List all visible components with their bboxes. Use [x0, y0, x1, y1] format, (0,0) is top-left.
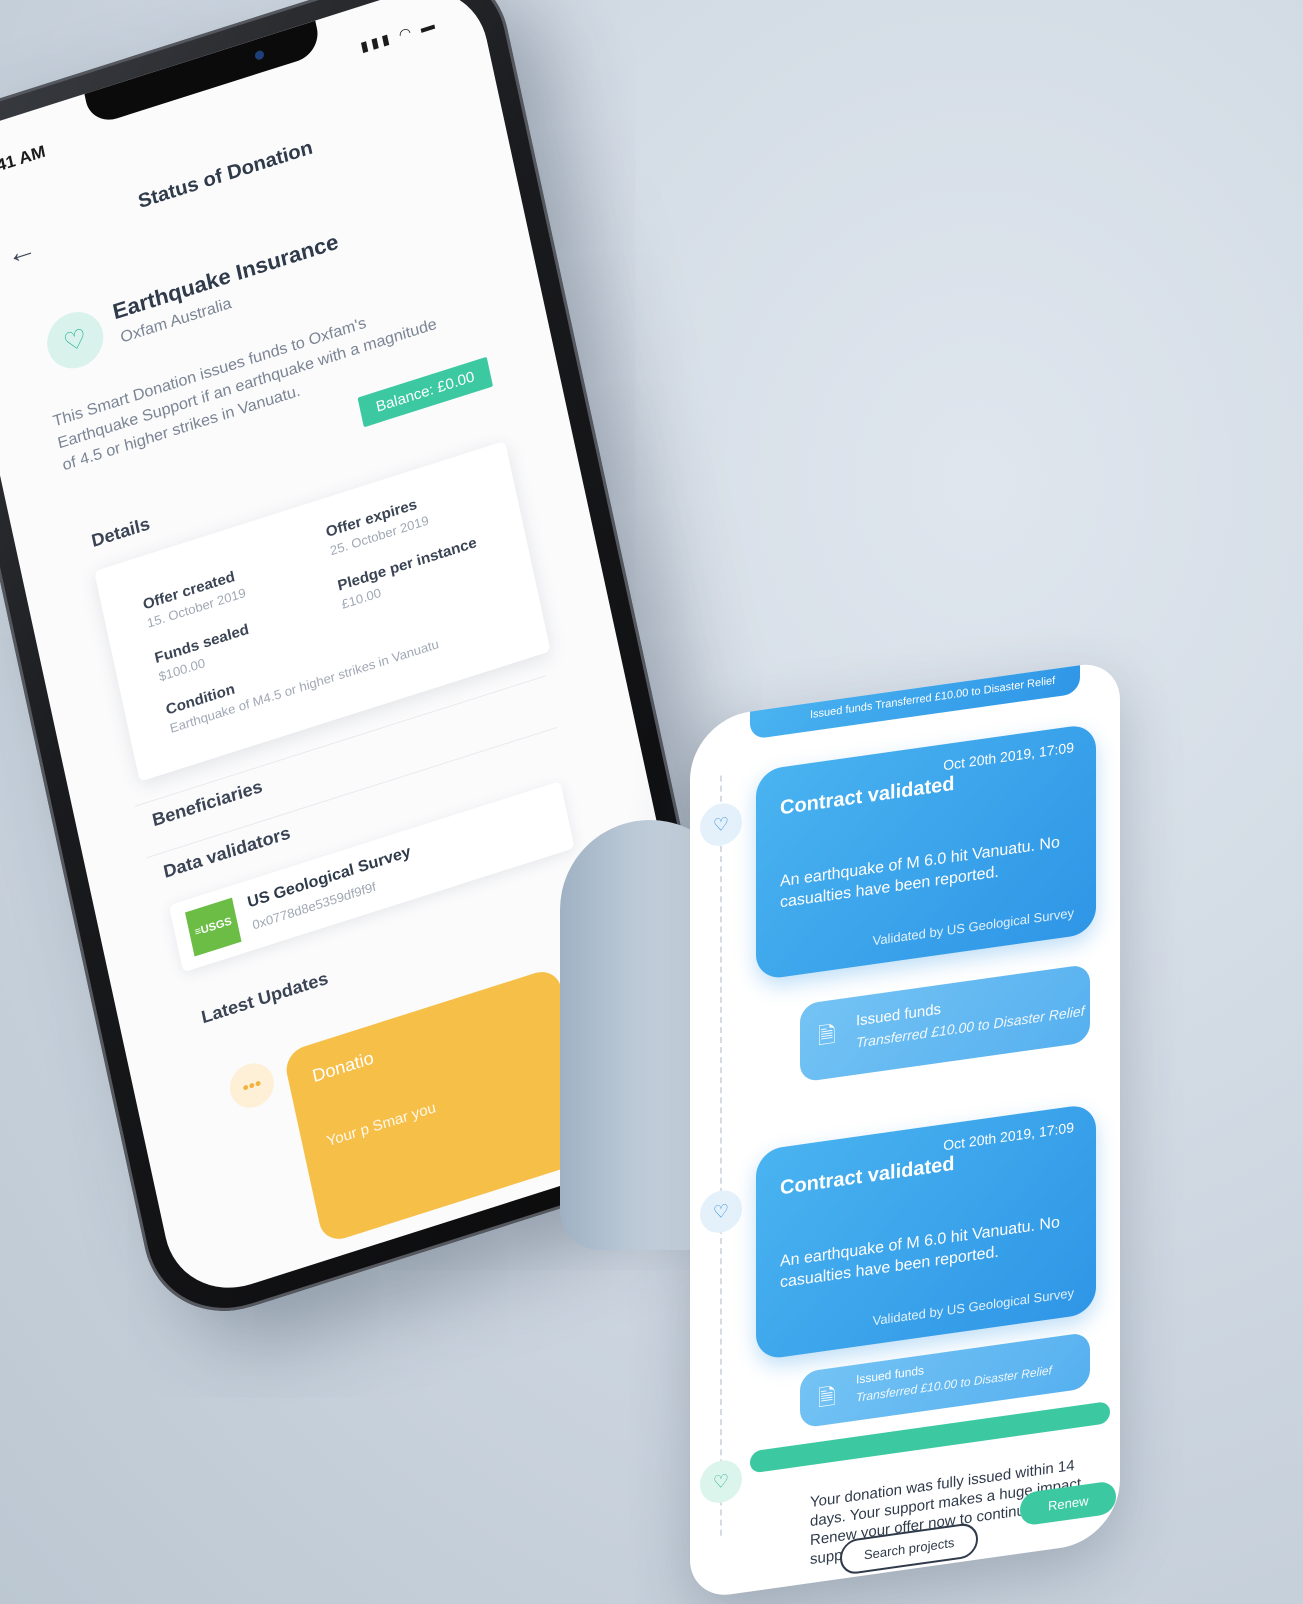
card-body: An earthquake of M 6.0 hit Vanuatu. No c… [780, 1214, 1060, 1292]
timeline-line [720, 775, 722, 1536]
usgs-logo: ≡USGS [185, 897, 242, 957]
issued-funds-card[interactable]: 🗎 Issued funds Transferred £10.00 to Dis… [800, 963, 1090, 1083]
beneficiaries-heading[interactable]: Beneficiaries [150, 776, 264, 831]
card-body: An earthquake of M 6.0 hit Vanuatu. No c… [780, 834, 1060, 912]
heart-hand-icon: ♡ [700, 800, 742, 849]
pending-title: Donatio [310, 1047, 376, 1087]
details-card: Offer created 15. October 2019 Offer exp… [94, 440, 551, 782]
card-title: Contract validated [780, 1152, 955, 1200]
funds-sealed: Funds sealed $100.00 [153, 621, 254, 684]
camera-icon [254, 49, 265, 61]
heart-hand-icon: ♡ [700, 1457, 742, 1506]
offer-expires: Offer expires 25. October 2019 [324, 494, 430, 558]
strip-text: Issued funds Transferred £10.00 to Disas… [810, 674, 1056, 722]
contract-validated-card[interactable]: Contract validated Oct 20th 2019, 17:09 … [756, 1102, 1096, 1361]
card-date: Oct 20th 2019, 17:09 [943, 739, 1074, 774]
card-validated-by: Validated by US Geological Survey [872, 1285, 1074, 1329]
details-heading: Details [89, 513, 152, 551]
updates-ribbon: Issued funds Transferred £10.00 to Disas… [690, 659, 1120, 1600]
status-time: 9:41 AM [0, 141, 48, 181]
validator-card[interactable]: ≡USGS US Geological Survey 0x0778d8e5359… [168, 781, 575, 973]
campaign-description: This Smart Donation issues funds to Oxfa… [51, 314, 439, 475]
receipt-icon: 🗎 [818, 1021, 836, 1050]
pending-text: Your p Smar you [325, 1099, 438, 1151]
heart-hand-icon: ♡ [700, 1187, 742, 1236]
card-validated-by: Validated by US Geological Survey [872, 905, 1074, 949]
pending-update-card[interactable]: Donatio Your p Smar you [282, 966, 598, 1245]
latest-updates-heading: Latest Updates [199, 968, 330, 1028]
card-title: Contract validated [780, 772, 955, 820]
offer-created: Offer created 15. October 2019 [142, 566, 248, 630]
pending-dots-icon: ••• [225, 1057, 278, 1114]
heart-hand-icon: ♡ [41, 304, 109, 376]
page-title: Status of Donation [136, 136, 315, 214]
contract-validated-card[interactable]: Contract validated Oct 20th 2019, 17:09 … [756, 722, 1096, 981]
card-date: Oct 20th 2019, 17:09 [943, 1119, 1074, 1154]
signal-wifi-battery-icon: ▮▮▮ ◠ ▬ [358, 15, 439, 55]
receipt-icon: 🗎 [818, 1383, 836, 1412]
phone-notch [84, 20, 323, 127]
